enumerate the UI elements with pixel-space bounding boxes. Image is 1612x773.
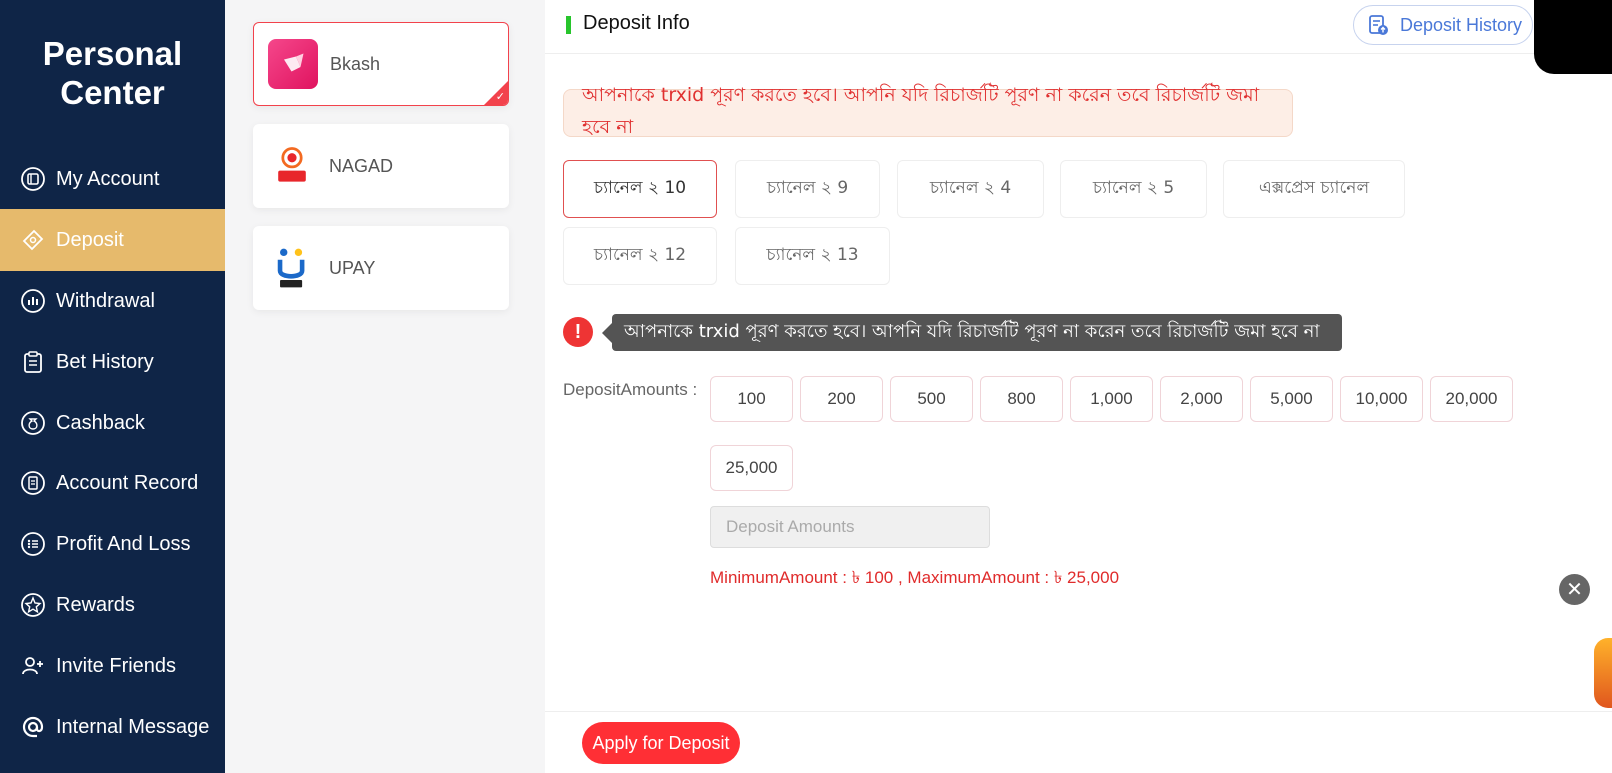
sidebar-item-label: Withdrawal [56,289,155,312]
warning-tooltip: আপনাকে trxid পূরণ করতে হবে। আপনি যদি রিচ… [602,314,1342,351]
trxid-notice: আপনাকে trxid পূরণ করতে হবে। আপনি যদি রিচ… [563,84,1293,138]
sidebar-item-deposit[interactable]: Deposit [0,209,225,271]
channel-option[interactable]: চ্যানেল ২ 9 [735,160,880,218]
sidebar-item-withdrawal[interactable]: Withdrawal [0,270,225,332]
add-user-icon [20,653,46,679]
sidebar-item-label: Deposit [56,228,124,251]
method-label: NAGAD [329,155,394,176]
channel-option[interactable]: চ্যানেল ২ 13 [735,227,890,285]
method-card-upay[interactable]: UPAY [253,226,509,310]
apply-deposit-button[interactable]: Apply for Deposit [582,722,740,764]
sidebar-item-label: Account Record [56,471,199,494]
channel-option[interactable]: চ্যানেল ২ 12 [563,227,717,285]
upay-logo-icon [267,243,317,293]
amount-option[interactable]: 2,000 [1160,376,1243,422]
deposit-amount-input[interactable] [710,506,990,548]
amount-option[interactable]: 5,000 [1250,376,1333,422]
payment-method-list: Bkash ✓ NAGAD UPAY [225,0,545,773]
chart-icon [20,288,46,314]
money-bag-icon [20,410,46,436]
amount-option[interactable]: 20,000 [1430,376,1513,422]
amount-option[interactable]: 500 [890,376,973,422]
ticket-icon [20,227,46,253]
channel-option[interactable]: চ্যানেল ২ 10 [563,160,717,218]
wallet-icon [20,166,46,192]
bkash-logo-icon [268,39,318,89]
deposit-history-label: Deposit History [1400,14,1523,35]
amount-option[interactable]: 100 [710,376,793,422]
sidebar-item-invite-friends[interactable]: Invite Friends [0,635,225,697]
amount-option[interactable]: 800 [980,376,1063,422]
sidebar-item-label: Internal Message [56,715,210,738]
close-icon[interactable]: ✕ [1559,574,1590,605]
sidebar-item-rewards[interactable]: Rewards [0,574,225,636]
deposit-main: Deposit Info Deposit History আপনাকে trxi… [545,0,1612,773]
method-label: Bkash [330,53,381,74]
nagad-logo-icon [267,141,317,191]
method-card-bkash[interactable]: Bkash ✓ [253,22,509,106]
list-icon [20,531,46,557]
sidebar-item-cashback[interactable]: Cashback [0,392,225,454]
method-card-nagad[interactable]: NAGAD [253,124,509,208]
method-label: UPAY [329,257,376,278]
at-icon [20,714,46,740]
corner-overlay [1534,0,1612,74]
sidebar-title-line1: Personal [42,35,183,72]
deposit-header: Deposit Info Deposit History [545,0,1612,54]
footer-divider [545,711,1612,712]
amount-limits: MinimumAmount : ৳ 100 , MaximumAmount : … [710,568,1120,587]
document-icon [20,470,46,496]
sidebar-item-label: My Account [56,167,160,190]
warning-icon: ! [563,317,593,347]
star-icon [20,592,46,618]
sidebar-item-internal-message[interactable]: Internal Message [0,696,225,758]
sidebar-item-label: Profit And Loss [56,532,191,555]
sidebar-item-label: Invite Friends [56,654,177,677]
amount-option[interactable]: 10,000 [1340,376,1423,422]
deposit-history-button[interactable]: Deposit History [1353,5,1533,45]
sidebar-title-line2: Center [60,74,165,111]
checkmark-icon: ✓ [495,91,505,103]
sidebar-item-profit-and-loss[interactable]: Profit And Loss [0,513,225,575]
page-title: Deposit Info [583,12,690,34]
amount-option[interactable]: 1,000 [1070,376,1153,422]
sidebar-item-label: Bet History [56,350,154,373]
sidebar-item-label: Rewards [56,593,135,616]
clipboard-icon [20,349,46,375]
sidebar-item-account-record[interactable]: Account Record [0,452,225,514]
channel-option[interactable]: চ্যানেল ২ 5 [1060,160,1207,218]
sidebar-item-label: Cashback [56,411,145,434]
header-accent-bar [566,16,571,34]
sidebar-title: Personal Center [0,0,225,168]
floating-promo[interactable] [1594,638,1612,708]
amount-option[interactable]: 200 [800,376,883,422]
channel-option[interactable]: চ্যানেল ২ 4 [897,160,1044,218]
sidebar-item-bet-history[interactable]: Bet History [0,331,225,393]
sidebar-item-my-account[interactable]: My Account [0,148,225,210]
deposit-amounts-label: DepositAmounts : [563,380,698,399]
sidebar: Personal Center My Account Deposit Withd… [0,0,225,773]
channel-option[interactable]: এক্সপ্রেস চ্যানেল [1223,160,1405,218]
history-icon [1369,15,1388,35]
amount-option[interactable]: 25,000 [710,445,793,491]
